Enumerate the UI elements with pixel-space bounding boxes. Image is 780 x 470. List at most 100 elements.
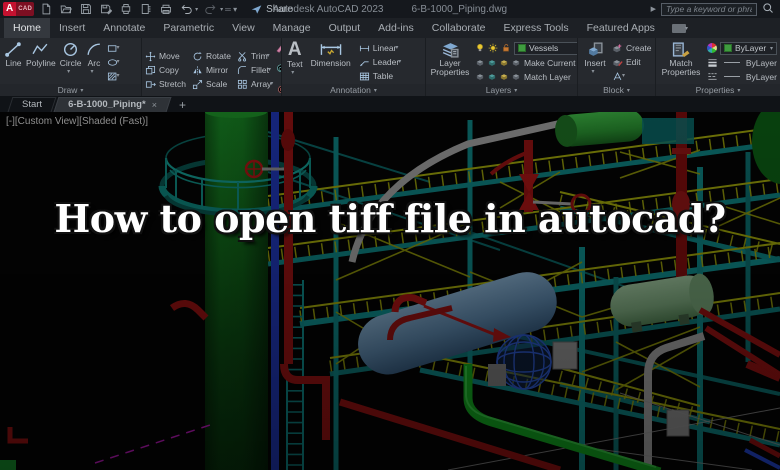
rectangle-tool-button[interactable]: ▾ bbox=[107, 42, 120, 54]
polyline-button[interactable]: Polyline bbox=[24, 40, 58, 84]
fillet-icon bbox=[237, 65, 246, 74]
hatch-tool-button[interactable]: ▾ bbox=[107, 70, 120, 82]
layer-stack-icon bbox=[442, 43, 459, 58]
array-icon bbox=[237, 79, 247, 89]
tab-collaborate[interactable]: Collaborate bbox=[423, 18, 495, 38]
edit-block-icon bbox=[613, 59, 623, 66]
app-menu-button[interactable]: A CAD bbox=[3, 2, 35, 16]
draw-panel-label[interactable]: Draw ▾ bbox=[0, 84, 141, 96]
trim-button[interactable]: Trim ▾ bbox=[237, 50, 273, 62]
mirror-button[interactable]: Mirror bbox=[192, 64, 231, 76]
title-bar: A CAD ▾ ▾ ═ ▾ Share Autodesk AutoCAD 202… bbox=[0, 0, 780, 18]
search-input[interactable] bbox=[661, 2, 757, 16]
tab-featured-apps[interactable]: Featured Apps bbox=[578, 18, 664, 38]
ribbon-panel-area: Line Polyline Circle ▾ Arc ▾ ▾ ▾ ▾ Draw … bbox=[0, 38, 780, 96]
lock-icon bbox=[503, 44, 509, 52]
tab-insert[interactable]: Insert bbox=[50, 18, 94, 38]
fillet-button[interactable]: Fillet ▾ bbox=[237, 64, 273, 76]
tab-manage[interactable]: Manage bbox=[264, 18, 320, 38]
stretch-button[interactable]: Stretch bbox=[145, 78, 186, 90]
edit-block-button[interactable]: Edit bbox=[612, 56, 652, 68]
erase-button[interactable] bbox=[275, 40, 281, 58]
layer-on-off-button[interactable] bbox=[475, 43, 485, 53]
fade-button[interactable] bbox=[275, 82, 281, 96]
circle-icon bbox=[64, 42, 78, 57]
tab-view[interactable]: View bbox=[223, 18, 264, 38]
tab-express-tools[interactable]: Express Tools bbox=[494, 18, 577, 38]
share-button[interactable]: Share bbox=[251, 4, 293, 15]
light-bulb-icon bbox=[477, 43, 483, 52]
layer-properties-button[interactable]: Layer Properties bbox=[429, 40, 471, 84]
undo-dropdown-arrow-icon[interactable]: ▾ bbox=[195, 6, 198, 13]
tab-add-ins[interactable]: Add-ins bbox=[369, 18, 423, 38]
object-color-dropdown[interactable]: ByLayer ▾ bbox=[720, 41, 777, 55]
line-button[interactable]: Line bbox=[3, 40, 24, 84]
dimension-button[interactable]: Dimension bbox=[309, 40, 353, 84]
new-file-button[interactable] bbox=[39, 2, 53, 16]
scale-icon bbox=[192, 79, 202, 89]
object-color-value: ByLayer bbox=[735, 43, 767, 53]
copy-button[interactable]: Copy bbox=[145, 64, 186, 76]
print-button[interactable] bbox=[159, 2, 173, 16]
layer-freeze-button[interactable] bbox=[488, 43, 498, 53]
block-panel-label[interactable]: Block ▾ bbox=[578, 84, 655, 96]
define-attributes-button[interactable]: ▾ bbox=[612, 70, 652, 82]
linetype-dropdown[interactable]: ByLayer bbox=[707, 71, 777, 83]
tab-output[interactable]: Output bbox=[320, 18, 370, 38]
lineweight-dropdown[interactable]: ByLayer bbox=[707, 57, 777, 69]
layer-cube-icon bbox=[512, 73, 520, 80]
publish-button[interactable] bbox=[139, 2, 153, 16]
drawing-viewport[interactable]: [-][Custom View][Shaded (Fast)] How to o… bbox=[0, 112, 780, 470]
ellipse-tool-button[interactable]: ▾ bbox=[107, 56, 120, 68]
tab-home[interactable]: Home bbox=[4, 18, 51, 38]
undo-button[interactable] bbox=[179, 2, 193, 16]
tab-parametric[interactable]: Parametric bbox=[154, 18, 223, 38]
arc-button[interactable]: Arc ▾ bbox=[84, 40, 105, 84]
properties-panel-label[interactable]: Properties ▾ bbox=[656, 84, 780, 96]
move-button[interactable]: Move bbox=[145, 50, 186, 62]
insert-block-button[interactable]: Insert ▾ bbox=[581, 40, 609, 84]
create-block-icon bbox=[613, 43, 622, 52]
close-tab-icon[interactable]: × bbox=[152, 100, 157, 110]
save-button[interactable] bbox=[79, 2, 93, 16]
search-collapse-arrow-icon[interactable]: ▶ bbox=[651, 5, 656, 13]
autocad-logo-icon: A bbox=[3, 2, 17, 16]
insert-block-icon bbox=[588, 42, 603, 56]
create-block-button[interactable]: Create bbox=[612, 42, 652, 54]
panel-layers: Layer Properties Vessels ▾ bbox=[426, 38, 578, 96]
scale-button[interactable]: Scale bbox=[192, 78, 231, 90]
layers-panel-label[interactable]: Layers ▾ bbox=[426, 84, 577, 96]
text-button[interactable]: A Text ▾ bbox=[285, 40, 305, 84]
customize-qat-button[interactable]: ═ ▾ bbox=[225, 5, 237, 14]
open-file-button[interactable] bbox=[59, 2, 73, 16]
linear-dimension-button[interactable]: Linear ▾ bbox=[359, 42, 401, 54]
match-layer-button[interactable]: Match Layer bbox=[475, 71, 577, 83]
explode-button[interactable] bbox=[275, 61, 281, 79]
match-properties-button[interactable]: Match Properties bbox=[659, 40, 703, 84]
array-button[interactable]: Array ▾ bbox=[237, 78, 273, 90]
tab-annotate[interactable]: Annotate bbox=[94, 18, 154, 38]
annotation-panel-label[interactable]: Annotation ▾ bbox=[282, 84, 425, 96]
make-current-button[interactable]: Make Current bbox=[475, 57, 577, 69]
viewport-controls[interactable]: [-][Custom View][Shaded (Fast)] bbox=[6, 116, 148, 127]
table-button[interactable]: Table bbox=[359, 70, 401, 82]
plot-button[interactable] bbox=[119, 2, 133, 16]
tab-active-document[interactable]: 6-B-1000_Piping* × bbox=[53, 97, 172, 112]
panel-draw: Line Polyline Circle ▾ Arc ▾ ▾ ▾ ▾ Draw … bbox=[0, 38, 142, 96]
circle-button[interactable]: Circle ▾ bbox=[58, 40, 84, 84]
ribbon-display-toggle[interactable]: ▾ bbox=[664, 18, 696, 38]
tab-start[interactable]: Start bbox=[7, 97, 57, 112]
redo-dropdown-arrow-icon[interactable]: ▾ bbox=[220, 6, 223, 13]
layer-dropdown[interactable]: Vessels ▾ bbox=[514, 41, 577, 55]
redo-button[interactable] bbox=[204, 2, 218, 16]
layer-cube-icon bbox=[476, 59, 484, 66]
leader-button[interactable]: Leader ▾ bbox=[359, 56, 401, 68]
search-icon[interactable] bbox=[762, 2, 774, 17]
layer-lock-button[interactable] bbox=[501, 43, 511, 53]
arc-dropdown-arrow-icon: ▾ bbox=[90, 68, 94, 75]
layer-cube-icon bbox=[488, 73, 496, 80]
save-as-button[interactable] bbox=[99, 2, 113, 16]
rotate-button[interactable]: Rotate bbox=[192, 50, 231, 62]
document-title: 6-B-1000_Piping.dwg bbox=[411, 3, 508, 15]
new-drawing-button[interactable]: + bbox=[171, 98, 194, 112]
